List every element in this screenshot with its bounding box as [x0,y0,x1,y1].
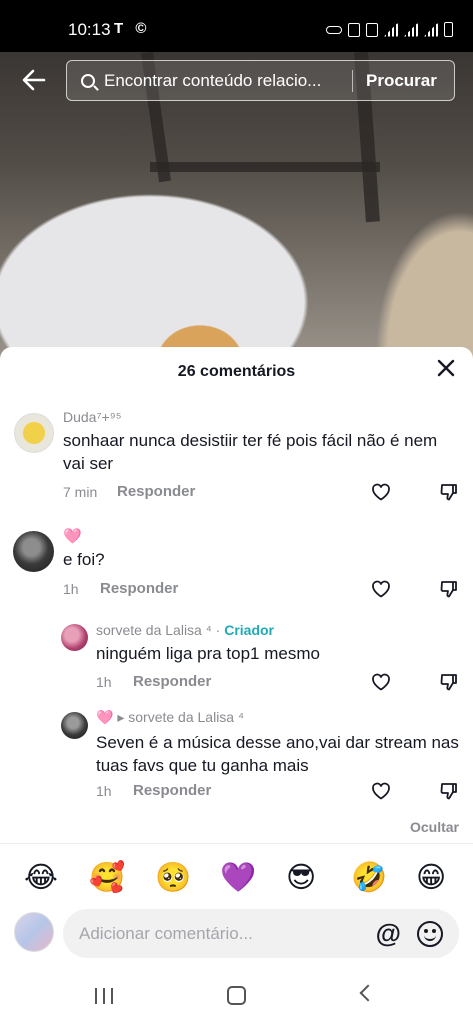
search-icon [81,73,95,88]
signal-icon-2 [424,22,438,37]
recent-apps-icon[interactable] [95,988,113,1004]
comment-input[interactable]: Adicionar comentário... @ [63,909,459,958]
alarm-icon [348,22,360,37]
reply-button[interactable]: Responder [133,782,211,799]
status-bar: 10:13 T © [0,0,473,52]
back-icon[interactable] [359,984,377,1002]
dislike-icon[interactable] [439,579,459,599]
comments-count-title: 26 comentários [177,363,296,380]
emoji-quick-bar: 😂 🥰 🥺 💜 😎 🤣 😁 [0,855,473,899]
mention-button[interactable]: @ [376,920,401,946]
avatar[interactable] [61,624,88,651]
status-time: 10:13 [68,20,111,39]
emoji-sunglasses[interactable]: 😎 [286,855,316,899]
hide-replies-button[interactable]: Ocultar [410,819,459,835]
dislike-icon[interactable] [439,482,459,502]
heart-icon[interactable] [371,579,391,599]
emoji-grin[interactable]: 😁 [416,855,446,899]
comment-username[interactable]: sorvete da Lalisa ⁴ · Criador [96,622,274,638]
comment-text: Seven é a música desse ano,vai dar strea… [96,733,459,775]
vpn-key-icon [326,25,342,34]
heart-icon[interactable] [371,672,391,692]
comment-username[interactable]: 🩷 [63,527,82,545]
avatar[interactable] [13,531,54,572]
signal-icon [404,22,418,37]
emoji-joy[interactable]: 😂 [24,855,58,899]
emoji-smiling-hearts[interactable]: 🥰 [89,855,125,899]
creator-badge: Criador [224,622,274,638]
reply-button[interactable]: Responder [133,673,211,690]
wifi-icon [384,22,398,37]
dislike-icon[interactable] [439,781,459,801]
comment-input-placeholder: Adicionar comentário... [79,924,253,943]
creator-separator: · [211,622,225,638]
emoji-picker-icon[interactable] [417,921,443,947]
video-frame-detail [150,162,380,172]
close-icon[interactable] [435,359,457,381]
search-bar[interactable]: Encontrar conteúdo relacio... Procurar [66,60,455,101]
comment-text: e foi? [63,550,105,569]
home-icon[interactable] [227,986,246,1005]
mute-icon [366,22,378,37]
search-input[interactable]: Encontrar conteúdo relacio... [104,71,342,91]
heart-icon[interactable] [371,781,391,801]
comment-time: 1h [63,581,79,597]
notification-icons: T © [114,20,151,37]
comment-text: ninguém liga pra top1 mesmo [96,644,320,663]
reply-button[interactable]: Responder [100,580,178,597]
divider [0,843,473,844]
battery-icon [444,22,453,37]
comment-username[interactable]: 🩷 ▸ sorvete da Lalisa ⁴ [96,709,244,726]
search-divider [352,69,353,92]
avatar[interactable] [14,413,54,453]
comment-text: sonhaar nunca desistiir ter fé pois fáci… [63,431,438,473]
back-arrow-icon[interactable] [20,66,50,96]
comment-time: 1h [96,674,112,690]
reply-button[interactable]: Responder [117,483,195,500]
search-button[interactable]: Procurar [366,71,437,91]
system-nav-bar [0,968,473,1024]
emoji-pleading[interactable]: 🥺 [155,855,191,899]
emoji-purple-heart[interactable]: 💜 [220,855,256,899]
reply-username[interactable]: 🩷 [96,709,113,725]
reply-to-label[interactable]: ▸ sorvete da Lalisa ⁴ [117,709,244,725]
reply-username[interactable]: sorvete da Lalisa ⁴ [96,622,212,638]
user-avatar[interactable] [14,912,54,952]
comment-time: 1h [96,783,112,799]
heart-icon[interactable] [371,482,391,502]
comment-time: 7 min [63,484,98,500]
system-icons [326,22,453,37]
emoji-rofl[interactable]: 🤣 [351,855,387,899]
comment-username[interactable]: Duda⁷+⁹⁵ [63,409,122,425]
avatar[interactable] [61,712,88,739]
dislike-icon[interactable] [439,672,459,692]
